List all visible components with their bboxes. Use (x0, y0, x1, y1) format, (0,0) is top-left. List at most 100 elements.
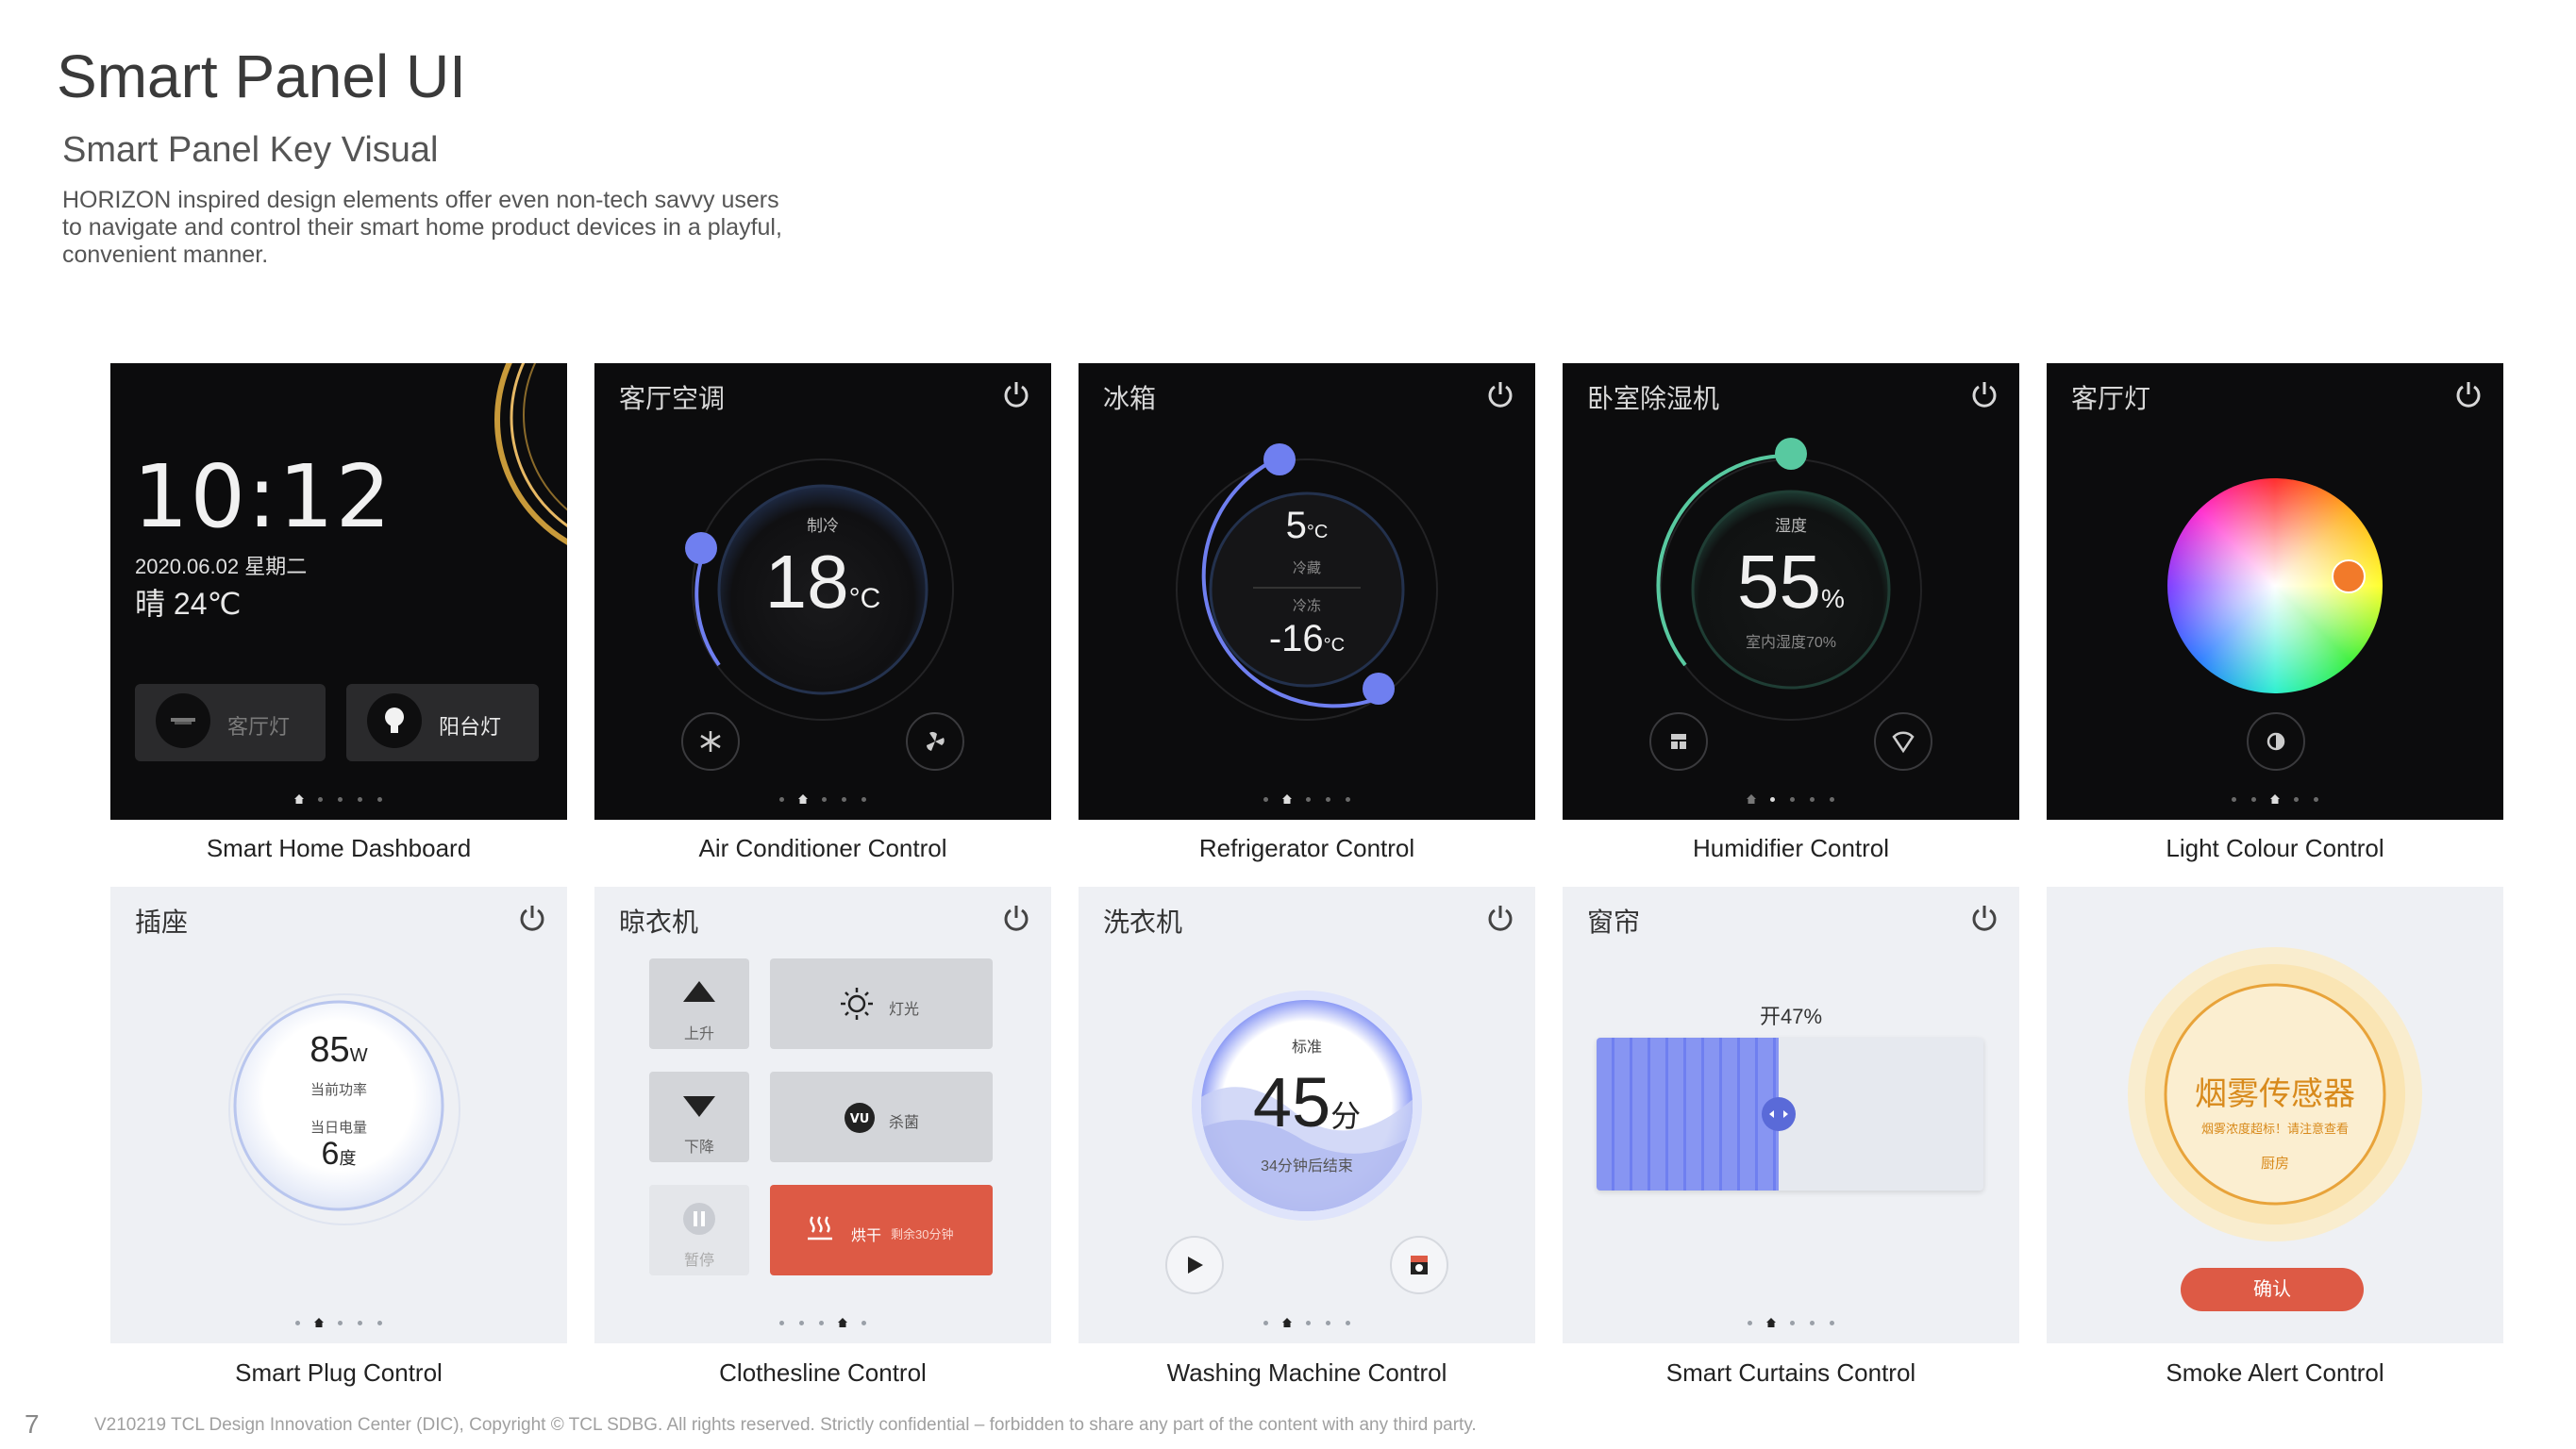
sterilize-label: 杀菌 (889, 1115, 920, 1131)
page-indicator (1079, 793, 1535, 805)
fridge-temp-1: 5°C (1285, 505, 1329, 546)
clock-time: 10:12 (133, 446, 393, 547)
plug-power: 85W (309, 1030, 368, 1070)
pause-label: 暂停 (683, 1253, 714, 1269)
curtains-card: 窗帘 开47% (1563, 887, 2019, 1343)
lamp-label: 灯光 (889, 1002, 920, 1018)
dry-label: 烘干 (851, 1228, 882, 1244)
play-button[interactable] (1165, 1236, 1224, 1294)
chip-label: 阳台灯 (439, 715, 502, 739)
living-room-light-chip[interactable]: 客厅灯 (135, 684, 326, 761)
card-title: 客厅灯 (2071, 384, 2151, 413)
caption-dashboard: Smart Home Dashboard (206, 834, 472, 862)
fridge-label-1: 冷藏 (1292, 560, 1321, 576)
home-dot-icon (1282, 794, 1292, 804)
play-icon (1188, 1257, 1203, 1274)
sterilize-button[interactable]: VU 杀菌 (770, 1072, 993, 1162)
plug-card: 插座 85W 当前功率 当日电量 6度 (110, 887, 567, 1343)
washer-time: 45分 (1252, 1063, 1362, 1141)
clothesline-card: 晾衣机 上升 下降 暂停 灯光 VU 杀菌 烘干 剩余30分钟 (594, 887, 1051, 1343)
weather-text: 晴 24℃ (135, 587, 242, 621)
smoke-card: 烟雾传感器 烟雾浓度超标！请注意查看 厨房 确认 (2047, 887, 2503, 1343)
home-dot-icon (798, 794, 808, 804)
humidifier-card: 卧室除湿机 湿度 55% 室内湿度70% (1563, 363, 2019, 820)
home-dot-icon (1282, 1318, 1292, 1327)
card-title: 窗帘 (1587, 908, 1641, 937)
humidifier-mode-button[interactable] (1649, 712, 1708, 771)
wind-icon (1892, 731, 1915, 754)
humidity-label: 湿度 (1775, 517, 1807, 535)
power-icon[interactable] (2452, 378, 2484, 410)
home-dot-icon (1766, 1318, 1776, 1327)
home-dot-icon (838, 1318, 847, 1327)
caption-light: Light Colour Control (2166, 834, 2384, 862)
ac-mode-label: 制冷 (807, 517, 839, 535)
brightness-button[interactable] (2247, 712, 2305, 771)
washer-card: 洗衣机 标准 45分 34分钟后结束 (1079, 887, 1535, 1343)
lamp-button[interactable]: 灯光 (770, 958, 993, 1049)
fan-icon (926, 731, 945, 751)
pause-icon (683, 1203, 715, 1235)
brightness-icon (2267, 732, 2285, 751)
fridge-temp-2: -16°C (1268, 618, 1346, 659)
fridge-label-2: 冷冻 (1292, 598, 1321, 614)
pause-button[interactable]: 暂停 (649, 1185, 749, 1275)
chip-label: 客厅灯 (227, 715, 291, 739)
raise-button[interactable]: 上升 (649, 958, 749, 1049)
fridge-dial (1176, 443, 1438, 721)
ac-card: 客厅空调 制冷 18°C (594, 363, 1051, 820)
humidity-handle[interactable] (1775, 438, 1807, 470)
sun-icon (841, 988, 873, 1020)
arrow-up-icon (683, 981, 715, 1002)
page-indicator (110, 1317, 567, 1328)
caption-curtains: Smart Curtains Control (1665, 1358, 1916, 1387)
dry-button[interactable]: 烘干 剩余30分钟 (770, 1185, 993, 1275)
drag-arrows-icon (1769, 1110, 1788, 1118)
smoke-warning: 烟雾浓度超标！请注意查看 (2200, 1122, 2349, 1136)
caption-fridge: Refrigerator Control (1198, 834, 1415, 862)
lower-button[interactable]: 下降 (649, 1072, 749, 1162)
grid-icon (1671, 734, 1686, 749)
indoor-humidity-text: 室内湿度70% (1745, 635, 1837, 651)
fridge-handle-top[interactable] (1263, 443, 1296, 475)
washer-remaining: 34分钟后结束 (1261, 1158, 1353, 1174)
washer-mode: 标准 (1291, 1040, 1322, 1056)
uv-icon: VU (845, 1103, 875, 1133)
light-card: 客厅灯 (2047, 363, 2503, 820)
humidifier-wind-button[interactable] (1874, 712, 1932, 771)
page-number: 7 (25, 1409, 40, 1439)
caption-ac: Air Conditioner Control (698, 834, 947, 862)
card-title: 晾衣机 (619, 908, 699, 937)
page-indicator (1079, 1317, 1535, 1328)
curtain-handle[interactable] (1762, 1097, 1796, 1131)
caption-humidifier: Humidifier Control (1692, 834, 1890, 862)
curtain-fabric (1597, 1038, 1779, 1191)
power-icon[interactable] (1968, 902, 2000, 934)
color-picker-handle[interactable] (2332, 559, 2366, 593)
balcony-light-chip[interactable]: 阳台灯 (346, 684, 539, 761)
smoke-room: 厨房 (2260, 1156, 2289, 1172)
ac-mode-button[interactable] (681, 712, 740, 771)
page-indicator (594, 1317, 1051, 1328)
arrow-down-icon (683, 1096, 715, 1117)
footer-copyright: V210219 TCL Design Innovation Center (DI… (94, 1415, 1477, 1435)
confirm-button[interactable]: 确认 (2181, 1268, 2364, 1311)
caption-plug: Smart Plug Control (235, 1358, 443, 1387)
humidity-value: 55% (1737, 540, 1845, 624)
fridge-card: 冰箱 5°C 冷藏 冷冻 -16°C (1079, 363, 1535, 820)
bulb-icon (367, 693, 422, 748)
page-title: Smart Panel UI (57, 42, 466, 110)
fridge-handle-bottom[interactable] (1363, 673, 1395, 705)
page-subtitle: Smart Panel Key Visual (62, 130, 439, 170)
raise-label: 上升 (683, 1026, 714, 1042)
clock-date: 2020.06.02 星期二 (135, 555, 308, 578)
power-icon[interactable] (1000, 902, 1032, 934)
ac-fan-button[interactable] (906, 712, 964, 771)
washer-program-button[interactable] (1390, 1236, 1448, 1294)
smoke-sensor-title: 烟雾传感器 (2195, 1076, 2355, 1112)
page-indicator (2047, 793, 2503, 805)
page-indicator (594, 793, 1051, 805)
washer-icon (1411, 1256, 1428, 1274)
home-dot-icon (1747, 794, 1756, 804)
snowflake-icon (700, 731, 721, 752)
